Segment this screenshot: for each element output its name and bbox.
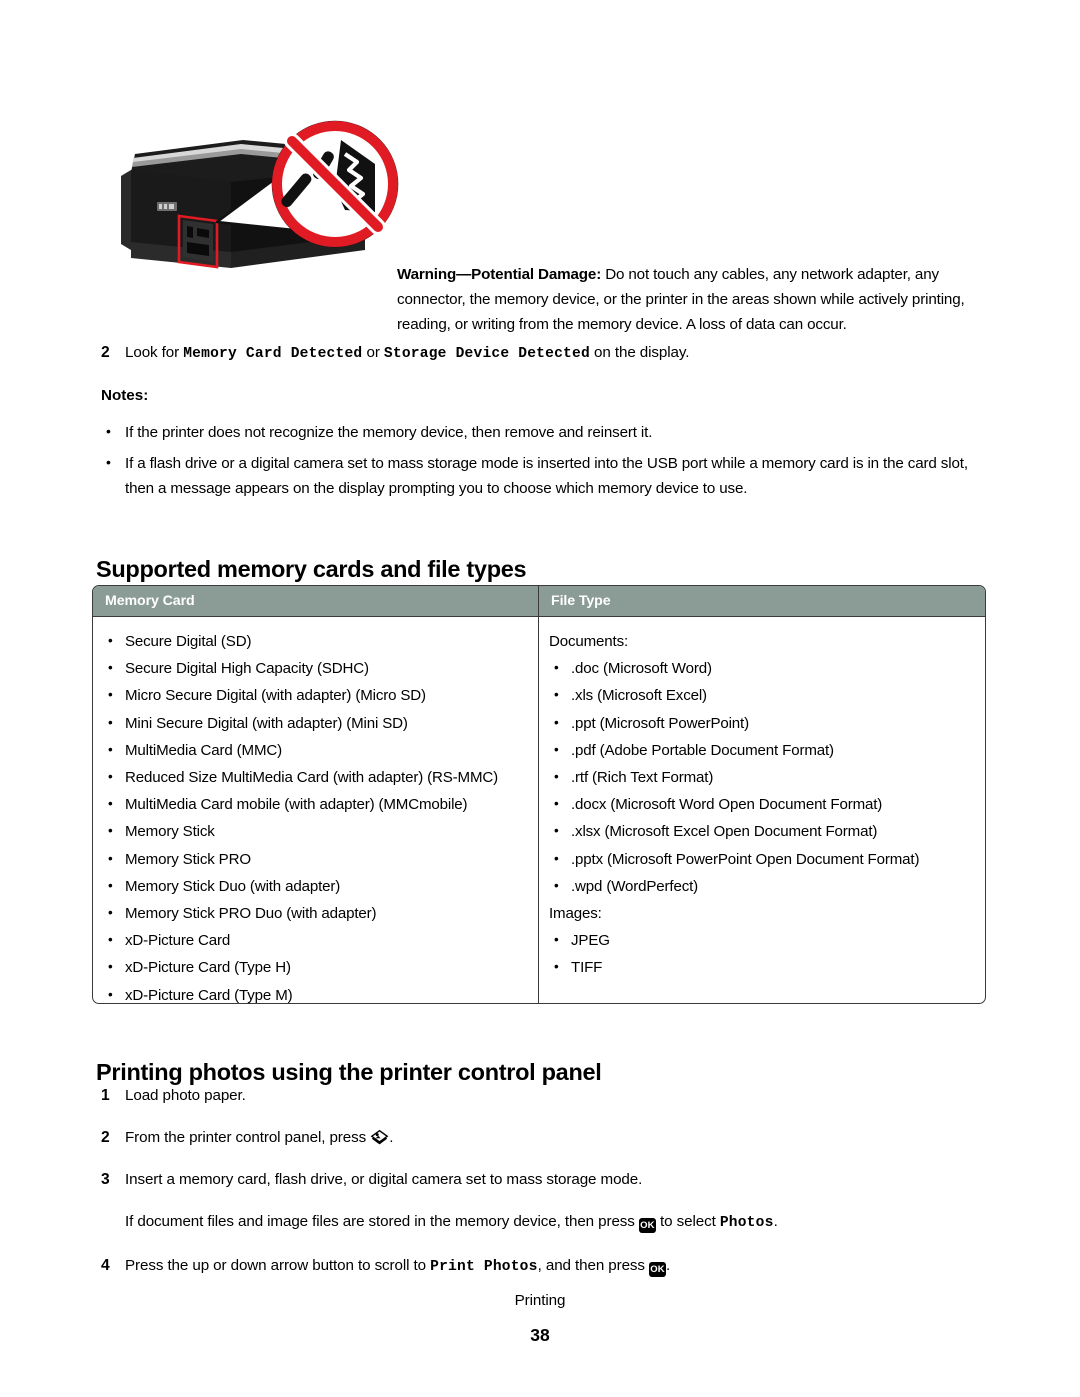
step-load-photo-paper: 1 Load photo paper.	[101, 1083, 989, 1108]
step-look-for-detected: 2 Look for Memory Card Detected or Stora…	[101, 340, 981, 367]
warning-paragraph: Warning—Potential Damage: Do not touch a…	[397, 262, 989, 337]
file-type-group-documents-label: Documents:	[549, 633, 629, 650]
notes-label: Notes:	[101, 387, 149, 404]
document-page: Warning—Potential Damage: Do not touch a…	[0, 0, 1080, 1397]
storage-device-detected-literal: Storage Device Detected	[383, 346, 590, 362]
list-item: Mini Secure Digital (with adapter) (Mini…	[103, 709, 528, 737]
step-text-middle: or	[362, 344, 384, 361]
step-press-photo-button: 2 From the printer control panel, press …	[101, 1125, 989, 1150]
table-cell-file-types: Documents: .doc (Microsoft Word) .xls (M…	[539, 617, 985, 1003]
step-number: 3	[101, 1171, 110, 1188]
photo-button-icon	[370, 1127, 389, 1146]
list-item: TIFF	[549, 953, 975, 981]
step-number: 2	[101, 1129, 110, 1146]
list-item: xD-Picture Card (Type H)	[103, 953, 528, 981]
step-text-after: .	[666, 1257, 671, 1274]
table-column-header-file-type: File Type	[551, 593, 611, 609]
list-item: Memory Stick	[103, 817, 528, 845]
step-number: 4	[101, 1257, 110, 1274]
step-text-middle: , and then press	[537, 1257, 650, 1274]
photos-literal: Photos	[719, 1215, 774, 1231]
table-cell-memory-cards: Secure Digital (SD) Secure Digital High …	[93, 617, 539, 1003]
list-item: .pdf (Adobe Portable Document Format)	[549, 736, 975, 764]
warning-label: Warning—Potential Damage:	[397, 266, 602, 283]
heading-supported-memory-cards: Supported memory cards and file types	[96, 555, 527, 582]
heading-printing-photos: Printing photos using the printer contro…	[96, 1058, 602, 1085]
footer-section-name: Printing	[514, 1292, 566, 1309]
step-text-after: .	[389, 1129, 394, 1146]
ok-button-icon: OK	[638, 1218, 656, 1233]
step-number: 2	[101, 344, 110, 361]
list-item: Memory Stick Duo (with adapter)	[103, 872, 528, 900]
step-scroll-to-print-photos: 4 Press the up or down arrow button to s…	[101, 1253, 989, 1280]
list-item: xD-Picture Card	[103, 926, 528, 954]
footer-page-number: 38	[530, 1325, 550, 1345]
list-item: Secure Digital (SD)	[103, 627, 528, 655]
step-insert-memory-device: 3 Insert a memory card, flash drive, or …	[101, 1167, 989, 1192]
list-item: Reduced Size MultiMedia Card (with adapt…	[103, 763, 528, 791]
list-item: Memory Stick PRO	[103, 845, 528, 873]
table-column-header-memory-card: Memory Card	[93, 586, 539, 616]
ok-button-icon: OK	[649, 1262, 667, 1277]
list-item: .ppt (Microsoft PowerPoint)	[549, 709, 975, 737]
note-item: If a flash drive or a digital camera set…	[101, 450, 989, 501]
list-item: JPEG	[549, 926, 975, 954]
list-item: .pptx (Microsoft PowerPoint Open Documen…	[549, 845, 975, 873]
list-item: .xlsx (Microsoft Excel Open Document For…	[549, 817, 975, 845]
table-body-row: Secure Digital (SD) Secure Digital High …	[93, 617, 985, 1003]
printing-photos-steps: 1 Load photo paper. 2 From the printer c…	[101, 1083, 989, 1297]
warning-potential-damage-block: Warning—Potential Damage: Do not touch a…	[397, 262, 989, 337]
step-text: Look for Memory Card Detected or Storage…	[125, 340, 689, 367]
step-text-after: on the display.	[589, 344, 690, 361]
notes-list: If the printer does not recognize the me…	[101, 419, 989, 507]
table-header-row: Memory Card File Type	[93, 586, 985, 617]
list-item: .xls (Microsoft Excel)	[549, 681, 975, 709]
substep-text-middle: to select	[655, 1213, 720, 1230]
step-substep-select-photos: If document files and image files are st…	[101, 1209, 989, 1236]
list-item: Secure Digital High Capacity (SDHC)	[103, 654, 528, 682]
list-item: .rtf (Rich Text Format)	[549, 763, 975, 791]
list-item: .docx (Microsoft Word Open Document Form…	[549, 790, 975, 818]
substep-text-before: If document files and image files are st…	[125, 1213, 639, 1230]
document-file-type-list: .doc (Microsoft Word) .xls (Microsoft Ex…	[549, 654, 975, 900]
step-number: 1	[101, 1087, 110, 1104]
step-text: Load photo paper.	[125, 1087, 246, 1104]
supported-memory-cards-table: Memory Card File Type Secure Digital (SD…	[92, 585, 986, 1004]
list-item: MultiMedia Card mobile (with adapter) (M…	[103, 790, 528, 818]
note-item: If the printer does not recognize the me…	[101, 419, 989, 445]
step-text-before: Look for	[125, 344, 184, 361]
list-item: Micro Secure Digital (with adapter) (Mic…	[103, 681, 528, 709]
memory-card-list: Secure Digital (SD) Secure Digital High …	[103, 627, 528, 1003]
list-item: .wpd (WordPerfect)	[549, 872, 975, 900]
memory-card-detected-literal: Memory Card Detected	[183, 346, 363, 362]
step-text: Insert a memory card, flash drive, or di…	[125, 1171, 643, 1188]
file-type-group-images-label: Images:	[549, 905, 602, 923]
step-text: From the printer control panel, press .	[125, 1125, 393, 1150]
step-text: Press the up or down arrow button to scr…	[125, 1253, 670, 1280]
printer-card-slot-no-touch-illustration	[113, 92, 403, 272]
step-text-before: From the printer control panel, press	[125, 1129, 371, 1146]
list-item: MultiMedia Card (MMC)	[103, 736, 528, 764]
list-item: xD-Picture Card (Type M)	[103, 981, 528, 1003]
print-photos-literal: Print Photos	[430, 1259, 538, 1275]
step-text-before: Press the up or down arrow button to scr…	[125, 1257, 431, 1274]
list-item: Memory Stick PRO Duo (with adapter)	[103, 899, 528, 927]
list-item: .doc (Microsoft Word)	[549, 654, 975, 682]
image-file-type-list: JPEG TIFF	[549, 926, 975, 981]
substep-text-after: .	[773, 1213, 778, 1230]
